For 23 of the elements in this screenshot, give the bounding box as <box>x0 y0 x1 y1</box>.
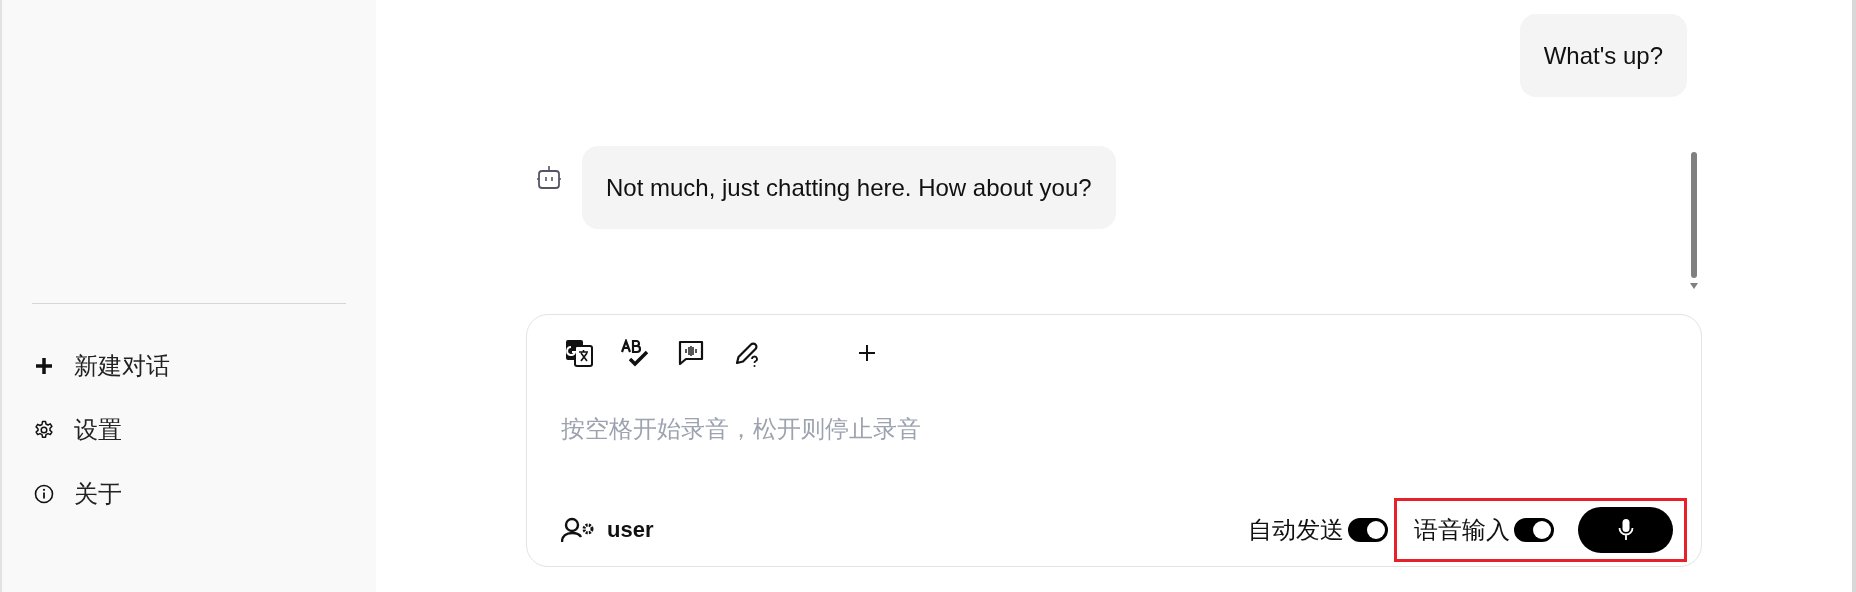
microphone-button[interactable] <box>1578 507 1673 553</box>
sidebar-item[interactable]: 关于 <box>74 478 122 510</box>
message-input[interactable]: 按空格开始录音，松开则停止录音 <box>561 415 1461 443</box>
user-settings-icon <box>561 517 595 543</box>
settings-icon <box>34 420 54 440</box>
voice-chat-icon <box>677 339 705 367</box>
plus-icon <box>34 356 54 376</box>
scrollbar[interactable] <box>1690 152 1698 290</box>
voice-input-label: 语音输入 <box>1414 515 1510 545</box>
auto-send-label: 自动发送 <box>1248 515 1344 545</box>
toggle-switch[interactable] <box>1348 518 1388 542</box>
sidebar-item[interactable]: 新建对话 <box>74 350 170 382</box>
info-icon <box>34 484 54 504</box>
microphone-icon <box>1617 518 1634 542</box>
translate-icon <box>565 339 593 367</box>
sidebar-item[interactable]: 设置 <box>74 414 122 446</box>
toggle-switch[interactable] <box>1514 518 1554 542</box>
plus-icon <box>857 343 877 363</box>
robot-icon <box>536 164 562 192</box>
user-name: user <box>607 517 654 543</box>
user-message: What's up? <box>1519 14 1687 97</box>
spellcheck-icon <box>620 339 650 367</box>
assistant-message: Not much, just chatting here. How about you? <box>582 146 1116 229</box>
